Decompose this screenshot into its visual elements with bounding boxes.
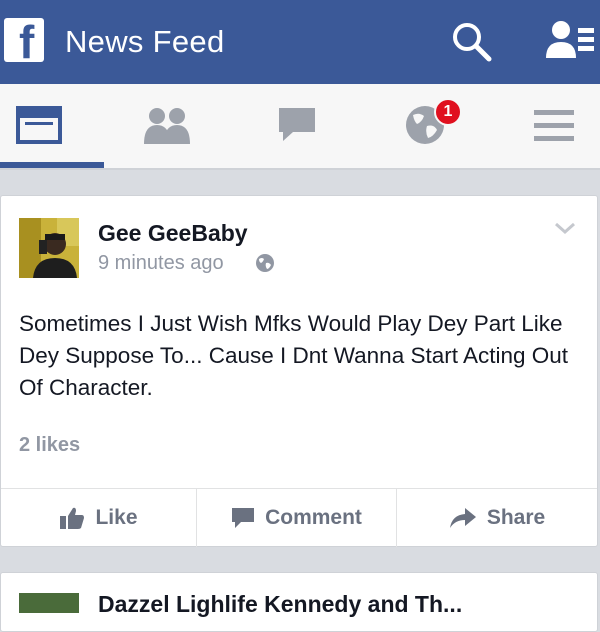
tab-notifications[interactable]: 1: [380, 84, 480, 168]
feed-post-next: Dazzel Lighlife Kennedy and Th...: [0, 572, 598, 632]
post-text: Sometimes I Just Wish Mfks Would Play De…: [19, 311, 569, 400]
messages-icon: [279, 108, 315, 141]
chevron-down-icon[interactable]: [553, 220, 577, 236]
post-timestamp[interactable]: 9 minutes ago: [98, 252, 224, 275]
avatar[interactable]: [19, 218, 79, 278]
search-icon[interactable]: [450, 20, 494, 64]
top-bar: f News Feed: [0, 0, 600, 84]
post-author[interactable]: Gee GeeBaby: [98, 220, 248, 247]
tab-news-feed[interactable]: [0, 84, 104, 168]
friend-requests-icon: [144, 108, 190, 144]
share-button[interactable]: Share: [397, 489, 597, 547]
page-title: News Feed: [65, 24, 225, 59]
thumbs-up-icon: [60, 507, 85, 529]
public-globe-icon: [256, 254, 274, 272]
like-button[interactable]: Like: [1, 489, 197, 547]
tab-messages[interactable]: [250, 84, 350, 168]
friends-icon[interactable]: [544, 18, 596, 64]
comment-button[interactable]: Comment: [197, 489, 397, 547]
like-label: Like: [95, 506, 138, 529]
comment-icon: [232, 508, 255, 528]
notification-badge: 1: [434, 98, 462, 126]
facebook-logo-icon[interactable]: f: [4, 18, 44, 65]
likes-count[interactable]: 2 likes: [19, 434, 80, 457]
tab-bar: 1: [0, 84, 600, 170]
menu-icon: [534, 110, 574, 141]
active-tab-indicator: [0, 162, 104, 168]
tab-more[interactable]: [510, 84, 600, 168]
share-label: Share: [486, 506, 546, 529]
comment-label: Comment: [265, 506, 362, 529]
post-author[interactable]: Dazzel Lighlife Kennedy and Th...: [98, 591, 462, 618]
avatar[interactable]: [19, 593, 79, 613]
share-arrow-icon: [449, 508, 476, 528]
tab-friend-requests[interactable]: [120, 84, 220, 168]
post-actions: Like Comment Share: [1, 488, 597, 547]
feed-icon: [16, 106, 62, 144]
feed-post: Gee GeeBaby 9 minutes ago Sometimes I Ju…: [0, 195, 598, 547]
